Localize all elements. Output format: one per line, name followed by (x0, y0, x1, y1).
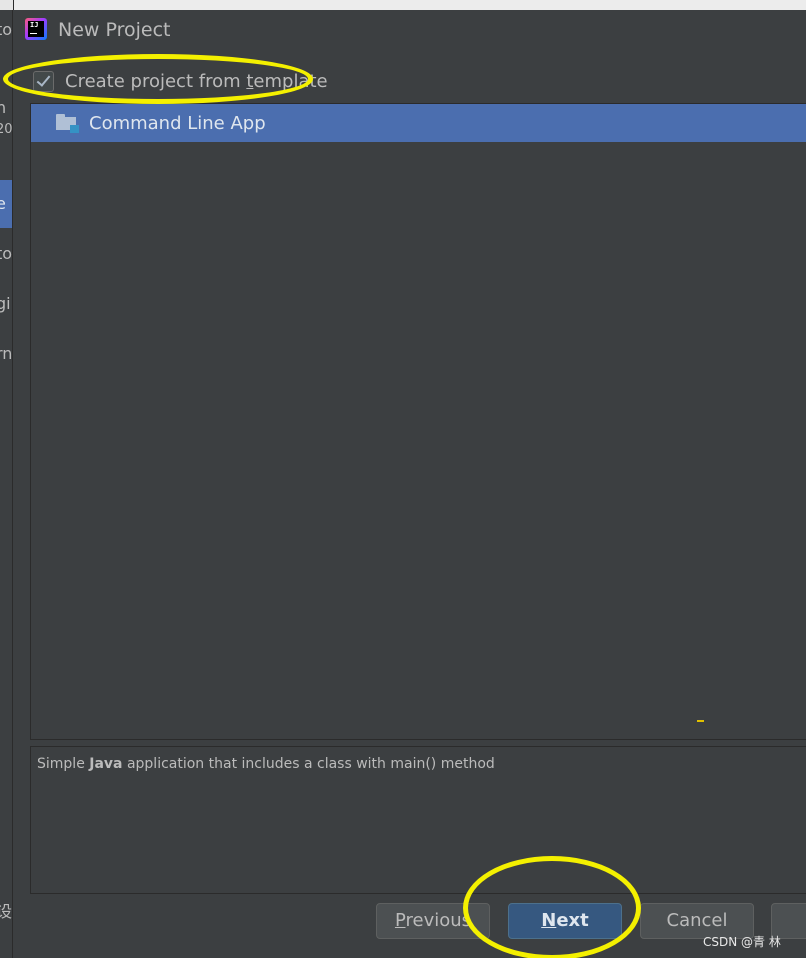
next-button[interactable]: Next (508, 903, 622, 939)
previous-button[interactable]: Previous (376, 903, 490, 939)
background-fragment: n (0, 98, 6, 117)
background-fragment: to (0, 244, 13, 263)
template-item-label: Command Line App (89, 112, 266, 134)
background-fragment: to (0, 20, 13, 39)
template-item-command-line-app[interactable]: Command Line App (31, 104, 806, 142)
create-from-template-checkbox[interactable] (33, 70, 54, 92)
new-project-dialog: IJ New Project Create project from templ… (12, 10, 806, 958)
template-description-text: Simple Java application that includes a … (37, 756, 495, 772)
background-fragment: gi (0, 294, 11, 313)
watermark: CSDN @青 林 (703, 935, 781, 949)
background-fragment: rn (0, 344, 13, 363)
intellij-idea-icon: IJ (25, 18, 47, 40)
create-from-template-checkbox-row[interactable]: Create project from template (33, 68, 328, 94)
create-from-template-label[interactable]: Create project from template (65, 71, 328, 92)
template-description-panel: Simple Java application that includes a … (30, 746, 806, 894)
folder-icon (56, 113, 79, 133)
tiny-marker (697, 720, 704, 722)
background-window-topbar (0, 0, 806, 10)
background-fragment: e (0, 194, 6, 213)
background-fragment: 设 (0, 898, 12, 922)
template-list[interactable]: Command Line App (30, 103, 806, 740)
background-fragment: 20 (0, 122, 13, 137)
window-title: New Project (58, 19, 171, 41)
dialog-titlebar[interactable]: IJ New Project (13, 10, 806, 50)
